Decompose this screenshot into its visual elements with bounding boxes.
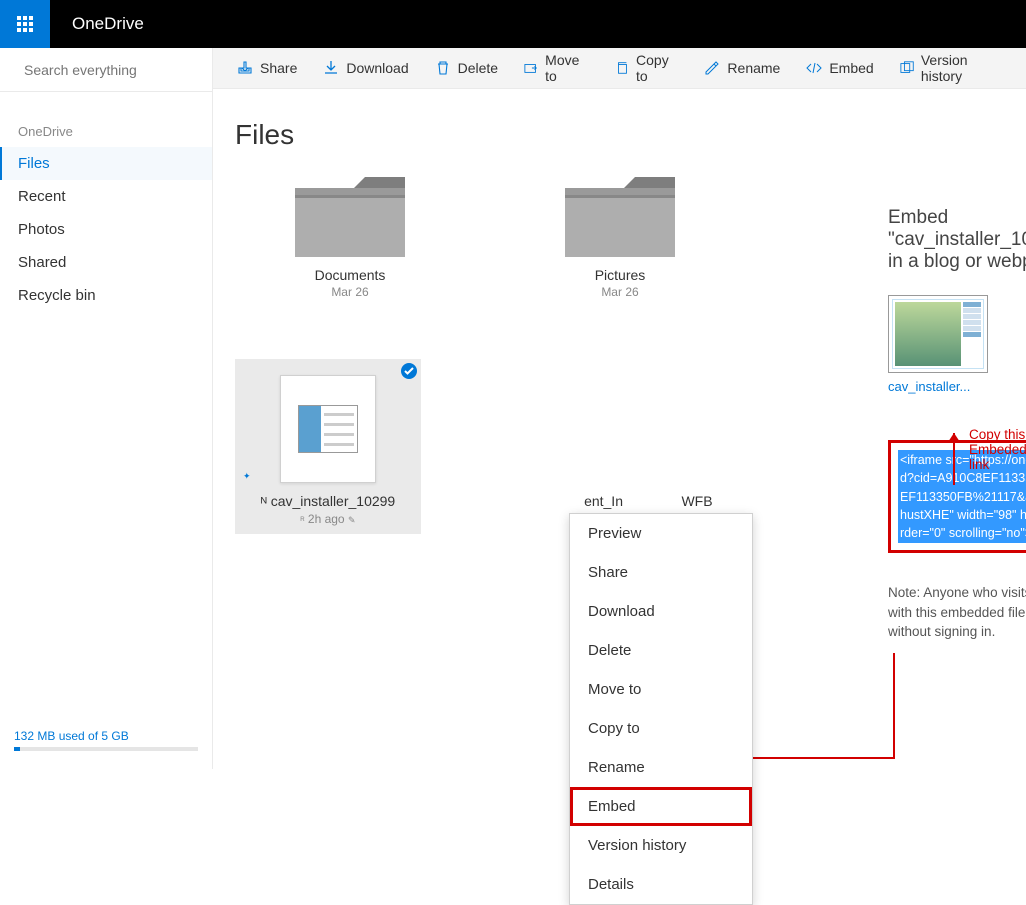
toolbar: Share Download Delete Move to Copy to Re… — [213, 48, 1026, 89]
toolbar-rename[interactable]: Rename — [704, 60, 780, 76]
embed-title1: Embed — [888, 207, 1026, 229]
page-title: Files — [235, 119, 1004, 151]
file-tile-2[interactable]: ent_In 3 AM — [451, 359, 637, 534]
ctx-embed[interactable]: Embed — [570, 787, 752, 826]
nav-item-recyclebin[interactable]: Recycle bin — [0, 279, 212, 312]
nav-item-files[interactable]: Files — [0, 147, 212, 180]
context-menu: Preview Share Download Delete Move to Co… — [569, 513, 753, 905]
copyto-icon — [615, 60, 629, 76]
search-row[interactable] — [0, 48, 212, 92]
main: Share Download Delete Move to Copy to Re… — [213, 48, 1026, 769]
nav-item-shared[interactable]: Shared — [0, 246, 212, 279]
check-icon[interactable] — [401, 363, 417, 379]
folder-tile-documents[interactable]: Documents Mar 26 — [275, 177, 425, 299]
annotation-line — [753, 757, 893, 759]
moveto-icon — [524, 60, 538, 76]
embed-note: Note: Anyone who visits the blog or webp… — [888, 583, 1026, 642]
ctx-preview[interactable]: Preview — [570, 514, 752, 553]
toolbar-share[interactable]: Share — [237, 60, 297, 76]
sidebar: OneDrive Files Recent Photos Shared Recy… — [0, 48, 213, 769]
folder-icon — [295, 177, 405, 257]
rename-icon — [704, 60, 720, 76]
toolbar-delete[interactable]: Delete — [435, 60, 498, 76]
share-icon — [237, 60, 253, 76]
annotation-line — [893, 653, 895, 759]
nav-heading: OneDrive — [0, 124, 212, 147]
new-indicator-icon: ✦ — [243, 471, 251, 482]
search-input[interactable] — [24, 62, 205, 78]
history-icon — [900, 60, 914, 76]
annotation-arrow-icon — [948, 433, 960, 442]
ctx-share[interactable]: Share — [570, 553, 752, 592]
file-tile-cav-installer[interactable]: ✦ ᴺ cav_installer_10299 ᴿ 2h ago ✎ — [235, 359, 421, 534]
toolbar-moveto[interactable]: Move to — [524, 52, 589, 84]
ctx-rename[interactable]: Rename — [570, 748, 752, 787]
storage-bar — [14, 747, 198, 751]
folder-tile-pictures[interactable]: Pictures Mar 26 — [545, 177, 695, 299]
embed-title3: in a blog or webpage. — [888, 251, 1026, 273]
toolbar-history[interactable]: Version history — [900, 52, 1002, 84]
ctx-moveto[interactable]: Move to — [570, 670, 752, 709]
ctx-details[interactable]: Details — [570, 865, 752, 904]
topbar: OneDrive — [0, 0, 1026, 48]
delete-icon — [435, 60, 451, 76]
download-icon — [323, 60, 339, 76]
toolbar-embed[interactable]: Embed — [806, 60, 873, 76]
file-tile-wfb[interactable]: WFB — [667, 359, 727, 534]
ctx-copyto[interactable]: Copy to — [570, 709, 752, 748]
ctx-download[interactable]: Download — [570, 592, 752, 631]
folder-icon — [565, 177, 675, 257]
embed-icon — [806, 60, 822, 76]
toolbar-copyto[interactable]: Copy to — [615, 52, 678, 84]
toolbar-download[interactable]: Download — [323, 60, 408, 76]
nav-item-photos[interactable]: Photos — [0, 213, 212, 246]
embed-preview — [888, 295, 988, 373]
brand-title: OneDrive — [50, 14, 144, 34]
storage-text[interactable]: 132 MB used of 5 GB — [14, 729, 198, 743]
storage-usage: 132 MB used of 5 GB — [0, 717, 212, 769]
ctx-delete[interactable]: Delete — [570, 631, 752, 670]
embed-title2: "cav_installer_10299_ba (1) (1)" — [888, 229, 1026, 251]
annotation-text: Copy this Embeded link — [969, 427, 1026, 472]
waffle-icon — [17, 16, 33, 32]
ctx-history[interactable]: Version history — [570, 826, 752, 865]
embed-preview-label[interactable]: cav_installer... — [888, 379, 988, 394]
nav-item-recent[interactable]: Recent — [0, 180, 212, 213]
file-thumbnail — [280, 375, 376, 483]
content: Files Documents Mar 26 Pictures Mar 26 — [213, 89, 1026, 769]
embed-panel: Embed "cav_installer_10299_ba (1) (1)" i… — [888, 207, 1026, 641]
app-launcher-button[interactable] — [0, 0, 50, 48]
